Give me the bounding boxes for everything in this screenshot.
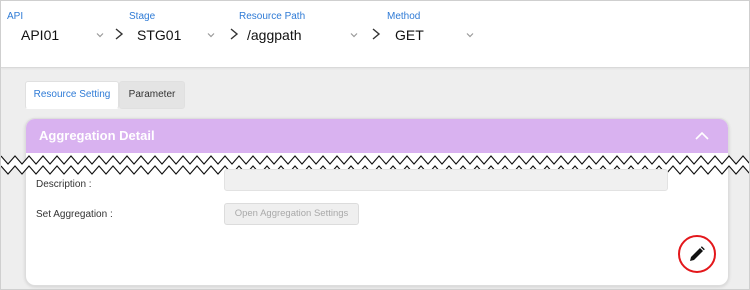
chevron-down-icon [207,33,215,38]
chevron-down-icon [96,33,104,38]
chevron-right-icon [372,28,381,40]
pencil-icon [690,246,705,261]
method-selector-value: GET [395,27,424,43]
tab-parameter[interactable]: Parameter [119,81,185,109]
open-aggregation-settings-button[interactable]: Open Aggregation Settings [224,203,359,225]
panel-title: Aggregation Detail [39,128,155,143]
description-label: Description : [36,179,92,190]
method-selector[interactable]: Method GET [381,11,481,51]
edit-button[interactable] [678,235,716,273]
chevron-down-icon [350,33,358,38]
resource-path-selector[interactable]: Resource Path /aggpath [233,11,363,51]
stage-selector-value: STG01 [137,27,182,43]
api-selector-label: API [7,11,24,22]
description-field[interactable] [224,169,668,191]
resource-path-selector-label: Resource Path [239,11,306,22]
chevron-down-icon [466,33,474,38]
method-selector-label: Method [387,11,421,22]
set-aggregation-label: Set Aggregation : [36,209,113,220]
api-selector[interactable]: API API01 [7,11,107,51]
chevron-up-icon[interactable] [694,128,710,144]
api-selector-value: API01 [21,27,60,43]
app-frame: API API01 Stage STG01 Resource Path /agg… [0,0,750,290]
stage-selector[interactable]: Stage STG01 [123,11,223,51]
aggregation-detail-panel: Aggregation Detail [25,118,729,286]
tab-resource-setting[interactable]: Resource Setting [25,81,119,109]
selector-bar: API API01 Stage STG01 Resource Path /agg… [1,1,749,68]
stage-selector-label: Stage [129,11,156,22]
resource-path-selector-value: /aggpath [247,27,302,43]
panel-header[interactable]: Aggregation Detail [26,119,728,153]
